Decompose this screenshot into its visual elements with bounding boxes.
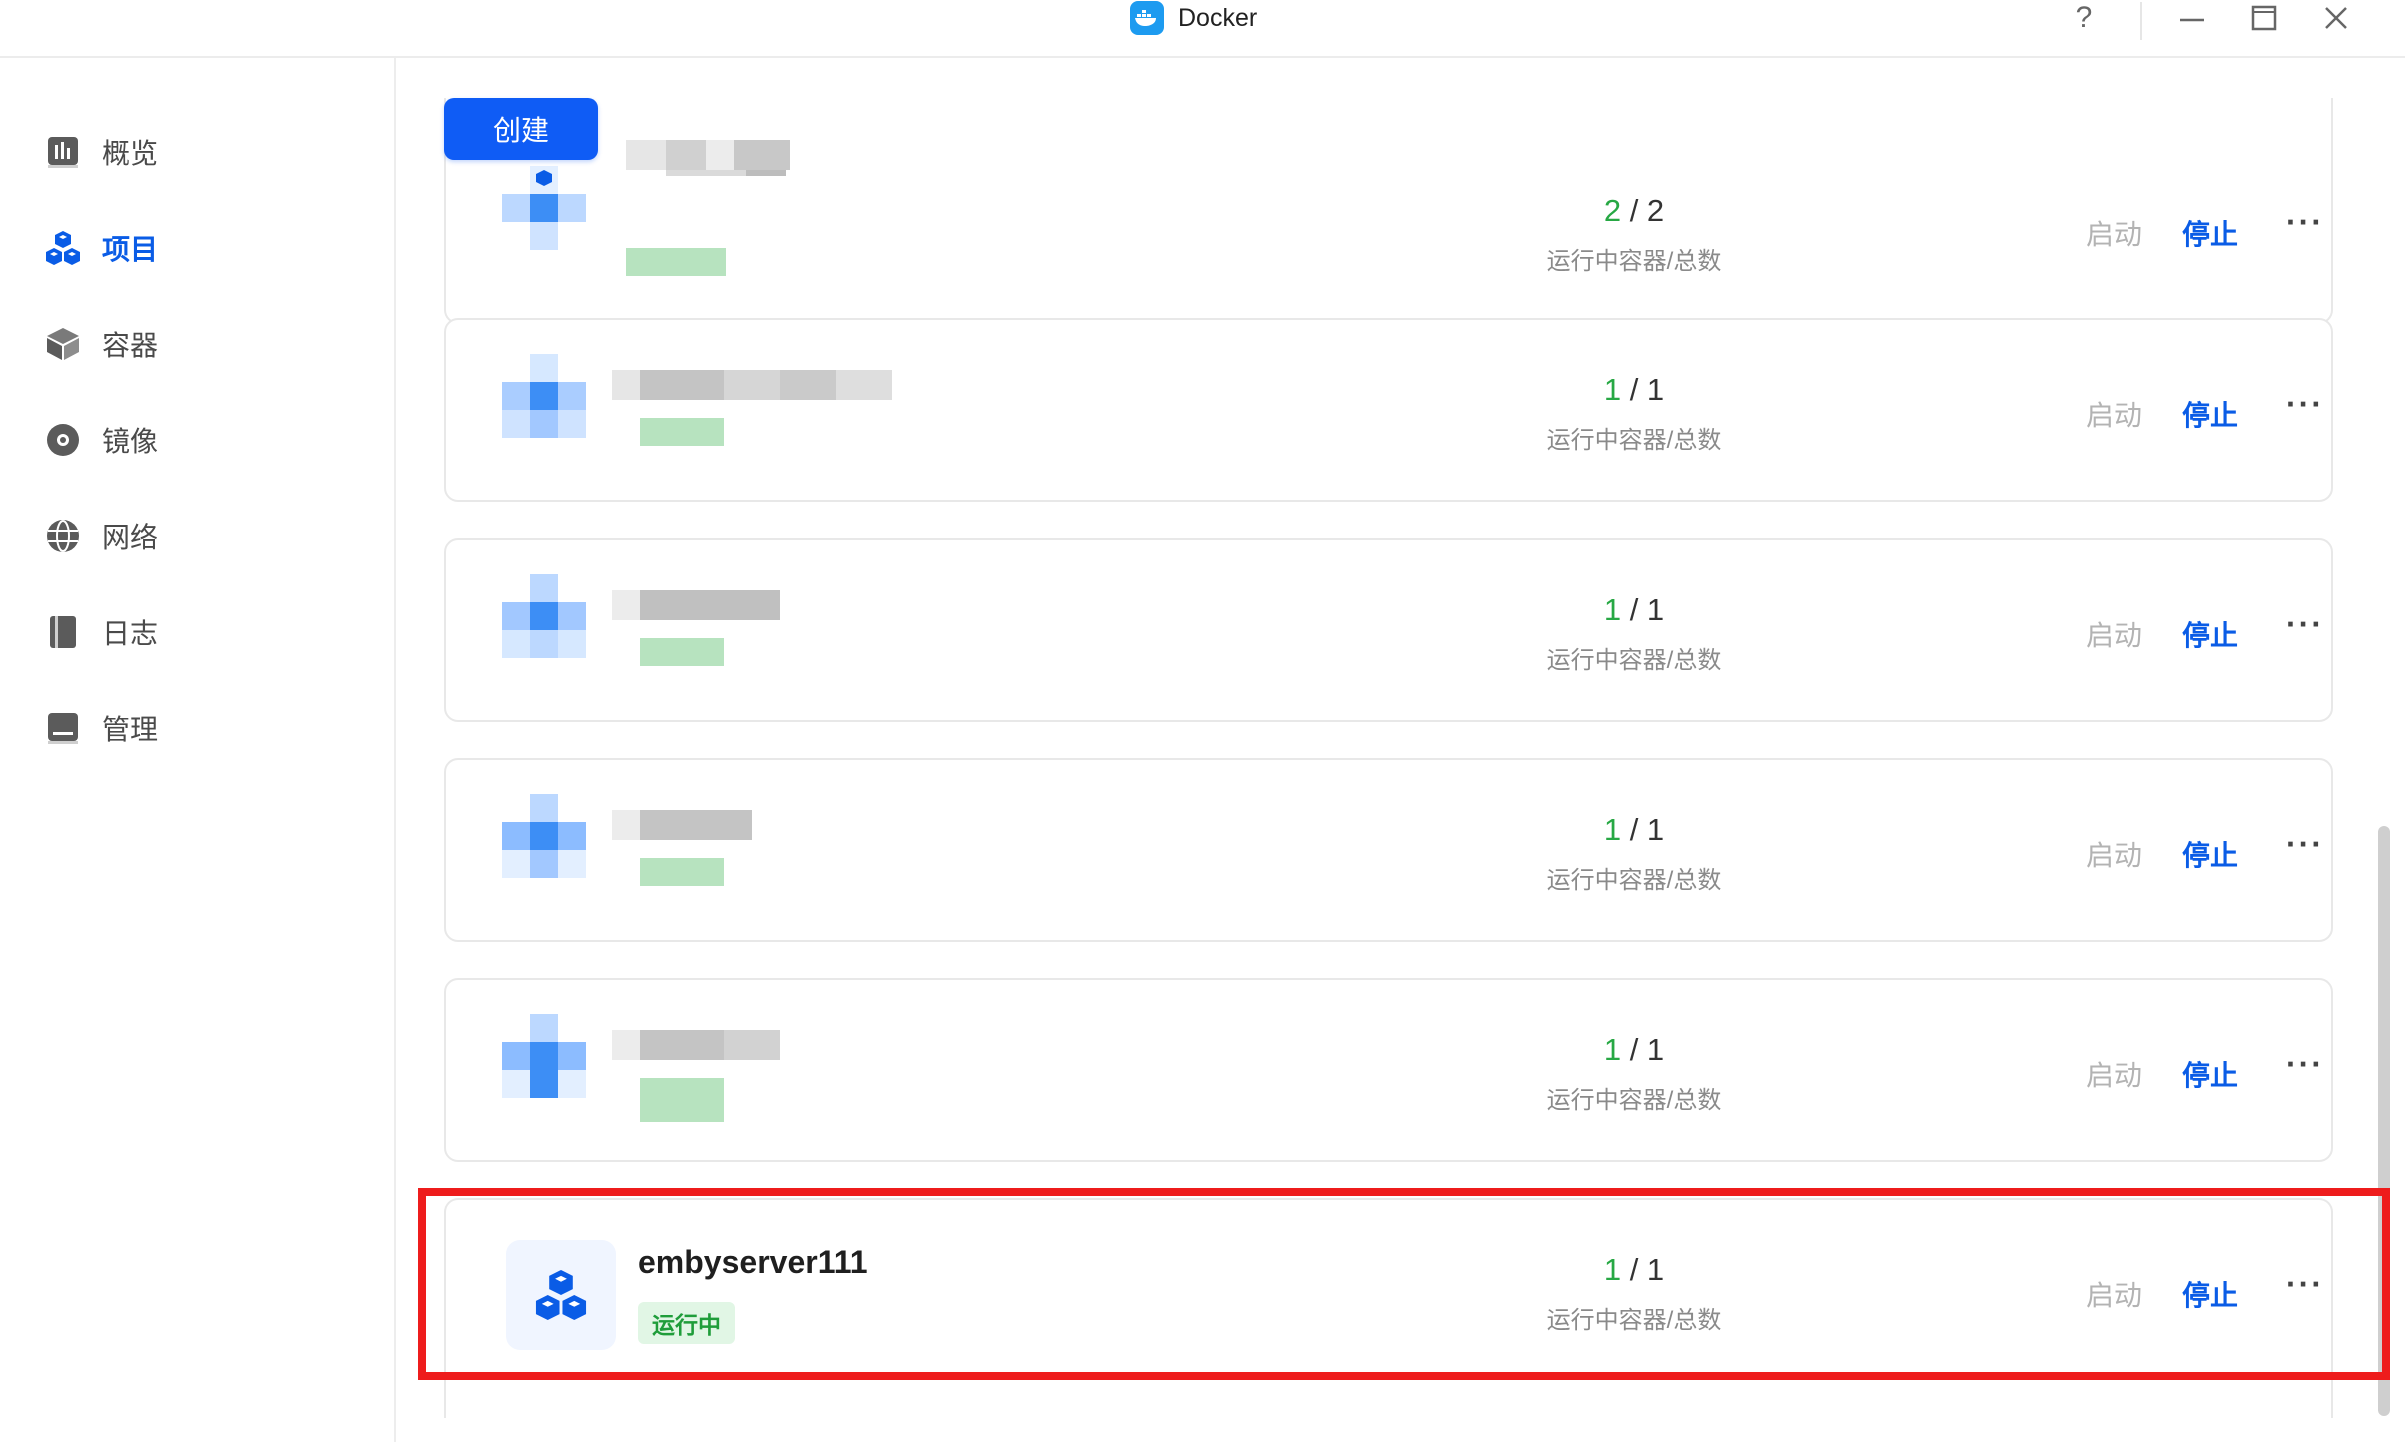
container-count: 1 / 1 运行中容器/总数 bbox=[1464, 372, 1804, 455]
network-globe-icon bbox=[44, 517, 82, 555]
overview-chart-icon bbox=[44, 133, 82, 171]
sidebar-item-images[interactable]: 镜像 bbox=[44, 410, 374, 470]
project-name-pixelated bbox=[612, 590, 780, 620]
start-button[interactable]: 启动 bbox=[2086, 1054, 2142, 1094]
project-icon-pixelated bbox=[502, 794, 586, 878]
status-badge-pixelated bbox=[640, 1078, 724, 1122]
project-icon-pixelated bbox=[502, 574, 586, 658]
minimize-icon[interactable] bbox=[2162, 0, 2222, 36]
count-caption: 运行中容器/总数 bbox=[1546, 867, 1722, 894]
create-button[interactable]: 创建 bbox=[444, 98, 598, 160]
start-button[interactable]: 启动 bbox=[2086, 213, 2142, 253]
sidebar-item-label: 网络 bbox=[102, 522, 159, 553]
sidebar-item-network[interactable]: 网络 bbox=[44, 506, 374, 566]
project-card[interactable]: 1 / 1 运行中容器/总数 启动 停止 ··· bbox=[444, 538, 2333, 722]
project-icon-pixelated bbox=[502, 1014, 586, 1098]
manage-panel-icon bbox=[44, 709, 82, 747]
status-badge-pixelated bbox=[626, 248, 726, 276]
more-options-icon[interactable]: ··· bbox=[2286, 606, 2324, 643]
sidebar-item-logs[interactable]: 日志 bbox=[44, 602, 374, 662]
count-caption: 运行中容器/总数 bbox=[1546, 1087, 1722, 1114]
container-count: 1 / 1 运行中容器/总数 bbox=[1464, 1032, 1804, 1115]
container-box-icon bbox=[44, 325, 82, 363]
running-count: 1 bbox=[1603, 592, 1622, 627]
status-badge-pixelated bbox=[640, 638, 724, 666]
project-name-pixelated bbox=[626, 140, 790, 176]
maximize-icon[interactable] bbox=[2234, 0, 2294, 36]
project-card[interactable]: 1 / 1 运行中容器/总数 启动 停止 ··· bbox=[444, 978, 2333, 1162]
stop-button[interactable]: 停止 bbox=[2182, 614, 2238, 654]
window-title-group: Docker bbox=[1130, 0, 1257, 36]
sidebar: 概览 项目 容器 镜像 网络 日志 管理 bbox=[0, 58, 396, 1442]
project-card[interactable]: 1 / 1 运行中容器/总数 启动 停止 ··· bbox=[444, 318, 2333, 502]
help-icon[interactable]: ? bbox=[2054, 0, 2114, 36]
sidebar-item-projects[interactable]: 项目 bbox=[44, 218, 374, 278]
sidebar-item-containers[interactable]: 容器 bbox=[44, 314, 374, 374]
more-options-icon[interactable]: ··· bbox=[2286, 204, 2324, 241]
project-cubes-icon bbox=[44, 229, 82, 267]
log-book-icon bbox=[44, 613, 82, 651]
total-count: 1 bbox=[1646, 592, 1665, 627]
status-badge-pixelated bbox=[640, 418, 724, 446]
status-badge-pixelated bbox=[640, 858, 724, 886]
project-card[interactable]: 2 / 2 运行中容器/总数 启动 停止 ··· bbox=[444, 98, 2333, 324]
more-options-icon[interactable]: ··· bbox=[2286, 1046, 2324, 1083]
total-count: 2 bbox=[1646, 193, 1665, 228]
start-button[interactable]: 启动 bbox=[2086, 614, 2142, 654]
running-count: 1 bbox=[1603, 372, 1622, 407]
project-name-pixelated bbox=[612, 810, 752, 840]
container-count: 1 / 1 运行中容器/总数 bbox=[1464, 592, 1804, 675]
stop-button[interactable]: 停止 bbox=[2182, 394, 2238, 434]
sidebar-item-label: 项目 bbox=[102, 234, 159, 265]
project-icon-pixelated bbox=[502, 166, 586, 250]
highlight-frame bbox=[418, 1188, 2390, 1380]
sidebar-item-label: 容器 bbox=[102, 330, 159, 361]
total-count: 1 bbox=[1646, 372, 1665, 407]
image-disc-icon bbox=[44, 421, 82, 459]
stop-button[interactable]: 停止 bbox=[2182, 213, 2238, 253]
container-count: 1 / 1 运行中容器/总数 bbox=[1464, 812, 1804, 895]
container-count: 2 / 2 运行中容器/总数 bbox=[1464, 193, 1804, 276]
count-caption: 运行中容器/总数 bbox=[1546, 427, 1722, 454]
title-bar: Docker ? bbox=[0, 0, 2405, 58]
stop-button[interactable]: 停止 bbox=[2182, 1054, 2238, 1094]
running-count: 1 bbox=[1603, 812, 1622, 847]
close-icon[interactable] bbox=[2306, 0, 2366, 36]
sidebar-item-label: 镜像 bbox=[102, 426, 159, 457]
more-options-icon[interactable]: ··· bbox=[2286, 386, 2324, 423]
running-count: 1 bbox=[1603, 1032, 1622, 1067]
project-card[interactable]: 1 / 1 运行中容器/总数 启动 停止 ··· bbox=[444, 758, 2333, 942]
sidebar-item-label: 概览 bbox=[102, 138, 159, 169]
title-separator bbox=[2140, 2, 2142, 40]
project-name-pixelated bbox=[612, 1030, 780, 1060]
window-title: Docker bbox=[1178, 3, 1258, 32]
sidebar-item-overview[interactable]: 概览 bbox=[44, 122, 374, 182]
docker-whale-icon bbox=[1130, 1, 1164, 35]
total-count: 1 bbox=[1646, 812, 1665, 847]
count-caption: 运行中容器/总数 bbox=[1546, 647, 1722, 674]
running-count: 2 bbox=[1603, 193, 1622, 228]
total-count: 1 bbox=[1646, 1032, 1665, 1067]
sidebar-item-label: 管理 bbox=[102, 714, 159, 745]
project-name-pixelated bbox=[612, 370, 892, 400]
stop-button[interactable]: 停止 bbox=[2182, 834, 2238, 874]
more-options-icon[interactable]: ··· bbox=[2286, 826, 2324, 863]
start-button[interactable]: 启动 bbox=[2086, 394, 2142, 434]
start-button[interactable]: 启动 bbox=[2086, 834, 2142, 874]
count-caption: 运行中容器/总数 bbox=[1546, 248, 1722, 275]
sidebar-item-label: 日志 bbox=[102, 618, 159, 649]
sidebar-item-manage[interactable]: 管理 bbox=[44, 698, 374, 758]
project-icon-pixelated bbox=[502, 354, 586, 438]
